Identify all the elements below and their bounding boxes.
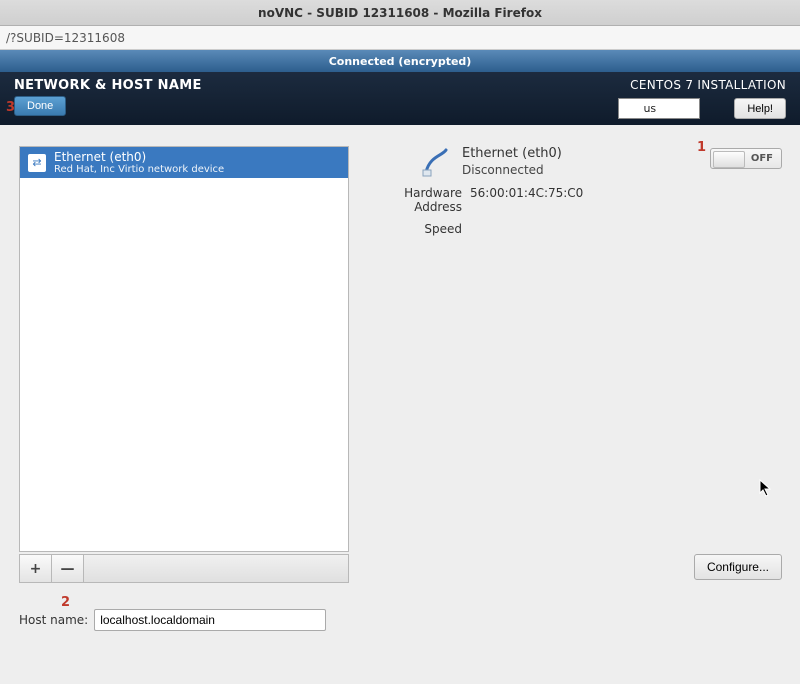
hostname-label: Host name: bbox=[19, 613, 88, 627]
detail-nic-name: Ethernet (eth0) bbox=[462, 146, 562, 161]
ethernet-icon: ⇄ bbox=[28, 154, 46, 172]
nic-list-item[interactable]: ⇄ Ethernet (eth0) Red Hat, Inc Virtio ne… bbox=[20, 147, 348, 178]
configure-button[interactable]: Configure... bbox=[694, 554, 782, 580]
install-title: CENTOS 7 INSTALLATION bbox=[630, 78, 786, 92]
annotation-2: 2 bbox=[61, 595, 70, 610]
ethernet-large-icon bbox=[420, 146, 452, 178]
nic-list[interactable]: ⇄ Ethernet (eth0) Red Hat, Inc Virtio ne… bbox=[19, 146, 349, 552]
url-text: /?SUBID=12311608 bbox=[6, 31, 125, 45]
help-button[interactable]: Help! bbox=[734, 98, 786, 119]
keyboard-layout-label: us bbox=[643, 102, 656, 115]
hostname-row: Host name: bbox=[19, 609, 326, 631]
nic-on-off-toggle[interactable]: OFF bbox=[710, 148, 782, 169]
speed-label: Speed bbox=[362, 222, 462, 236]
remove-nic-button[interactable]: — bbox=[52, 555, 84, 582]
done-button[interactable]: Done bbox=[14, 96, 66, 116]
mouse-cursor-icon bbox=[759, 479, 773, 497]
nic-name: Ethernet (eth0) bbox=[54, 151, 224, 164]
firefox-urlbar[interactable]: /?SUBID=12311608 bbox=[0, 26, 800, 50]
anaconda-header: NETWORK & HOST NAME CENTOS 7 INSTALLATIO… bbox=[0, 72, 800, 125]
hw-addr-label: Hardware Address bbox=[362, 186, 462, 214]
detail-status: Disconnected bbox=[462, 163, 562, 177]
keyboard-layout-selector[interactable]: ⌨ us bbox=[618, 98, 700, 119]
novnc-status-text: Connected (encrypted) bbox=[329, 55, 472, 68]
hostname-input[interactable] bbox=[94, 609, 326, 631]
hw-addr-value: 56:00:01:4C:75:C0 bbox=[470, 186, 583, 214]
nic-toolbar: + — bbox=[19, 554, 349, 583]
toggle-state-label: OFF bbox=[751, 153, 773, 164]
add-nic-button[interactable]: + bbox=[20, 555, 52, 582]
window-title: noVNC - SUBID 12311608 - Mozilla Firefox bbox=[258, 6, 542, 20]
nic-detail-pane: Ethernet (eth0) Disconnected OFF Hardwar… bbox=[358, 146, 782, 236]
main-content: ⇄ Ethernet (eth0) Red Hat, Inc Virtio ne… bbox=[0, 125, 800, 684]
keyboard-icon: ⌨ bbox=[625, 103, 639, 114]
nic-subtitle: Red Hat, Inc Virtio network device bbox=[54, 164, 224, 175]
firefox-titlebar: noVNC - SUBID 12311608 - Mozilla Firefox bbox=[0, 0, 800, 26]
novnc-status-bar: Connected (encrypted) bbox=[0, 50, 800, 72]
